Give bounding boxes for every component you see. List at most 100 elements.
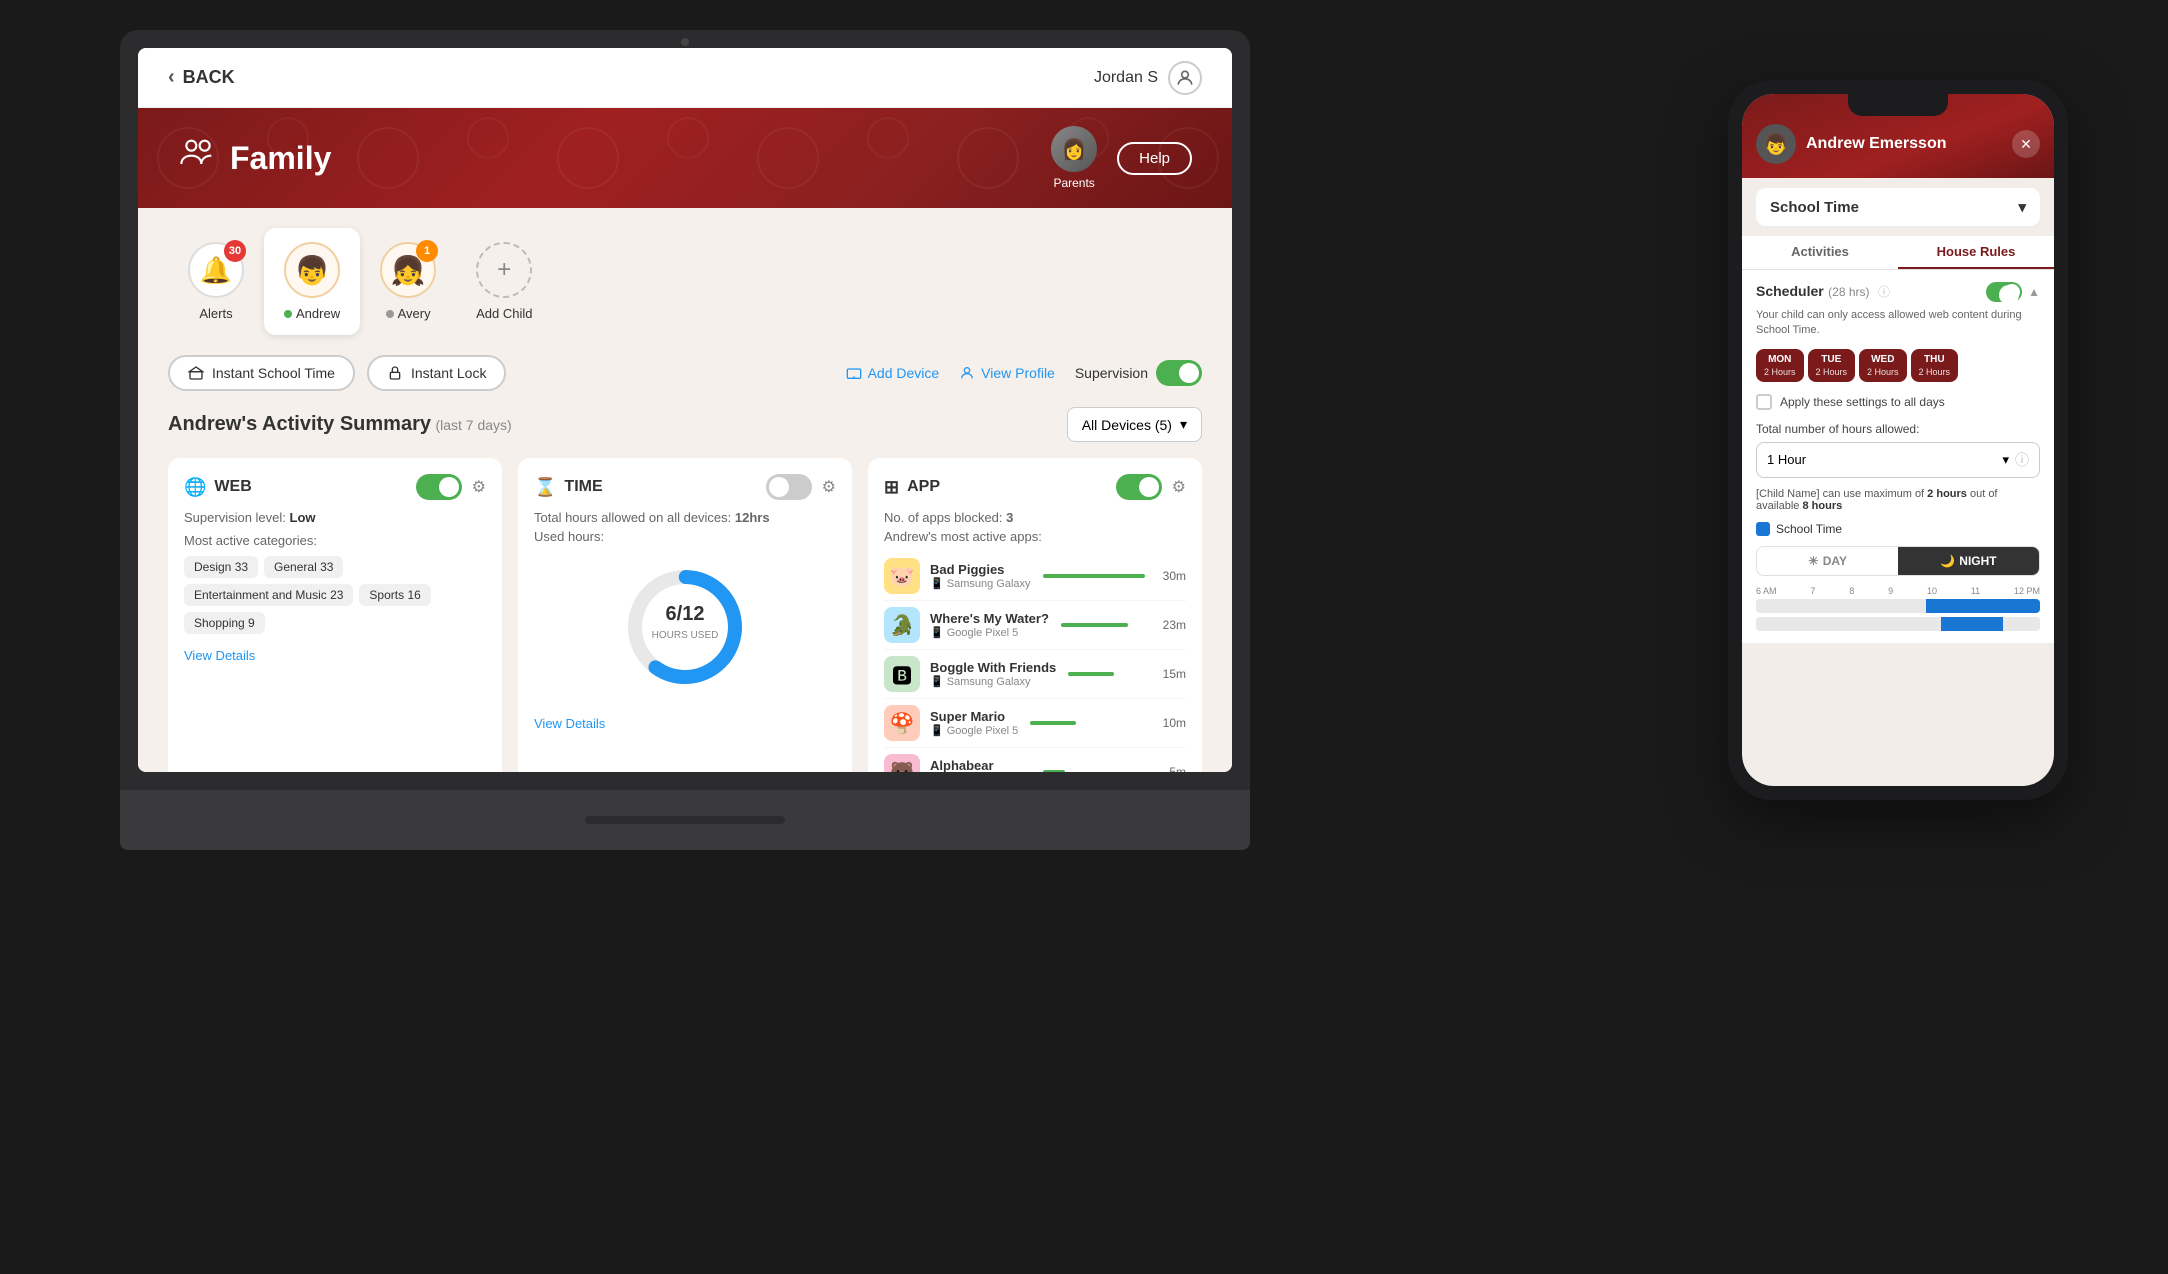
app-card-controls: ⚙	[1116, 474, 1186, 500]
web-gear-icon[interactable]: ⚙	[472, 477, 486, 497]
andrew-status-dot	[284, 310, 292, 318]
used-hours-label: Used hours:	[534, 529, 836, 544]
scheduler-toggle[interactable]	[1986, 282, 2022, 302]
hours-select-controls: ▾ ⓘ	[2002, 450, 2029, 470]
tl-blue2	[1983, 599, 2011, 613]
add-child-label: Add Child	[476, 306, 532, 321]
hours-info: [Child Name] can use maximum of 2 hours …	[1756, 488, 2040, 512]
day-wed-label: WED	[1871, 354, 1894, 365]
time-toggle[interactable]	[766, 474, 812, 500]
phone-dropdown-label: School Time	[1770, 199, 1859, 216]
app-name-boggle: Boggle With Friends	[930, 660, 1056, 675]
day-thu[interactable]: THU 2 Hours	[1911, 349, 1959, 382]
tl2-blue2	[1975, 617, 2003, 631]
day-button[interactable]: ☀ DAY	[1757, 547, 1898, 575]
scheduler-toggle-group: ▲	[1986, 282, 2040, 302]
device-selector-label: All Devices (5)	[1082, 417, 1172, 433]
cat-sports: Sports 16	[359, 584, 430, 606]
supervision-toggle[interactable]	[1156, 360, 1202, 386]
time-gear-icon[interactable]: ⚙	[822, 477, 836, 497]
avery-badge: 1	[416, 240, 438, 262]
blocked-count: 3	[1006, 510, 1013, 525]
laptop-screen: ‹ BACK Jordan S	[138, 48, 1232, 772]
instant-school-time-label: Instant School Time	[212, 365, 335, 381]
phone-tab-house-rules[interactable]: House Rules	[1898, 236, 2054, 269]
tl-empty1	[1756, 599, 1926, 613]
app-item-boggle: 🅱 Boggle With Friends 📱 Samsung Galaxy	[884, 650, 1186, 699]
andrew-tab-label: Andrew	[284, 306, 340, 321]
app-gear-icon[interactable]: ⚙	[1172, 477, 1186, 497]
web-card-controls: ⚙	[416, 474, 486, 500]
tl-10: 10	[1927, 586, 1937, 596]
parents-button[interactable]: 👩 Parents	[1051, 126, 1097, 190]
app-time-mario: 10m	[1163, 716, 1186, 730]
back-label: BACK	[183, 67, 235, 88]
day-mon-hours: 2 Hours	[1764, 367, 1796, 377]
apply-all-checkbox[interactable]	[1756, 394, 1772, 410]
web-card-header: 🌐 WEB ⚙	[184, 474, 486, 500]
school-icon	[188, 365, 204, 381]
day-label: DAY	[1823, 554, 1847, 568]
app-details-badpiggies: Bad Piggies 📱 Samsung Galaxy	[930, 562, 1031, 590]
timeline-labels: 6 AM 7 8 9 10 11 12 PM	[1756, 586, 2040, 596]
scheduler-expand-icon[interactable]: ▲	[2028, 285, 2040, 299]
phone-dropdown[interactable]: School Time ▾	[1756, 188, 2040, 226]
time-card-title: ⌛ TIME	[534, 477, 603, 498]
device-selector[interactable]: All Devices (5) ▾	[1067, 407, 1202, 442]
day-wed[interactable]: WED 2 Hours	[1859, 349, 1907, 382]
web-toggle[interactable]	[416, 474, 462, 500]
alerts-badge: 30	[224, 240, 246, 262]
user-avatar[interactable]	[1168, 61, 1202, 95]
tab-add-child[interactable]: + Add Child	[456, 228, 552, 335]
timeline-wrap: 6 AM 7 8 9 10 11 12 PM	[1756, 586, 2040, 631]
app-bar-water	[1061, 623, 1151, 627]
help-button[interactable]: Help	[1117, 142, 1192, 175]
time-card-header: ⌛ TIME ⚙	[534, 474, 836, 500]
view-profile-link[interactable]: View Profile	[959, 365, 1055, 381]
app-bar-mario	[1030, 721, 1150, 725]
phone-close-button[interactable]: ✕	[2012, 130, 2040, 158]
app-item-water: 🐊 Where's My Water? 📱 Google Pixel 5	[884, 601, 1186, 650]
scheduler-hrs: (28 hrs)	[1828, 285, 1869, 299]
tab-andrew[interactable]: 👦 Andrew	[264, 228, 360, 335]
activity-area: Andrew's Activity Summary (last 7 days) …	[138, 407, 1232, 772]
day-mon[interactable]: MON 2 Hours	[1756, 349, 1804, 382]
back-button[interactable]: ‹ BACK	[168, 66, 235, 89]
day-tue-label: TUE	[1821, 354, 1841, 365]
app-time-badpiggies: 30m	[1163, 569, 1186, 583]
phone-user-avatar: 👦	[1756, 124, 1796, 164]
night-button[interactable]: 🌙 NIGHT	[1898, 547, 2039, 575]
activity-header: Andrew's Activity Summary (last 7 days) …	[168, 407, 1202, 442]
scheduler-title: Scheduler	[1756, 283, 1824, 299]
categories-label: Most active categories:	[184, 533, 486, 548]
moon-icon: 🌙	[1940, 554, 1955, 568]
app-name-badpiggies: Bad Piggies	[930, 562, 1031, 577]
donut-chart: 6/12 HOURS USED	[534, 552, 836, 702]
time-view-details[interactable]: View Details	[534, 716, 836, 731]
day-tue[interactable]: TUE 2 Hours	[1808, 349, 1856, 382]
app-bar-alphabear	[1043, 770, 1158, 772]
action-bar: Instant School Time Instant Lock	[138, 345, 1232, 407]
hours-select[interactable]: 1 Hour ▾ ⓘ	[1756, 442, 2040, 478]
instant-school-time-button[interactable]: Instant School Time	[168, 355, 355, 391]
tl-8: 8	[1849, 586, 1854, 596]
action-left: Instant School Time Instant Lock	[168, 355, 506, 391]
app-card-title: ⊞ APP	[884, 477, 940, 498]
phone-screen: 👦 Andrew Emersson ✕ School Time ▾ Activi…	[1742, 94, 2054, 786]
add-device-link[interactable]: Add Device	[846, 365, 940, 381]
tab-alerts[interactable]: 🔔 30 Alerts	[168, 228, 264, 335]
instant-lock-button[interactable]: Instant Lock	[367, 355, 507, 391]
cat-design: Design 33	[184, 556, 258, 578]
andrew-avatar: 👦	[284, 242, 340, 298]
scheduler-info-icon: ⓘ	[1878, 285, 1890, 299]
phone-tab-activities[interactable]: Activities	[1742, 236, 1898, 269]
app-toggle[interactable]	[1116, 474, 1162, 500]
hours-info-bold2: 8 hours	[1802, 500, 1842, 512]
tab-avery[interactable]: 👧 1 Avery	[360, 228, 456, 335]
app-icon-mario: 🍄	[884, 705, 920, 741]
web-view-details[interactable]: View Details	[184, 648, 486, 663]
app-time-water: 23m	[1163, 618, 1186, 632]
phone-notch	[1848, 94, 1948, 116]
tab-house-rules-label: House Rules	[1937, 244, 2016, 259]
app-title-label: APP	[907, 478, 940, 496]
